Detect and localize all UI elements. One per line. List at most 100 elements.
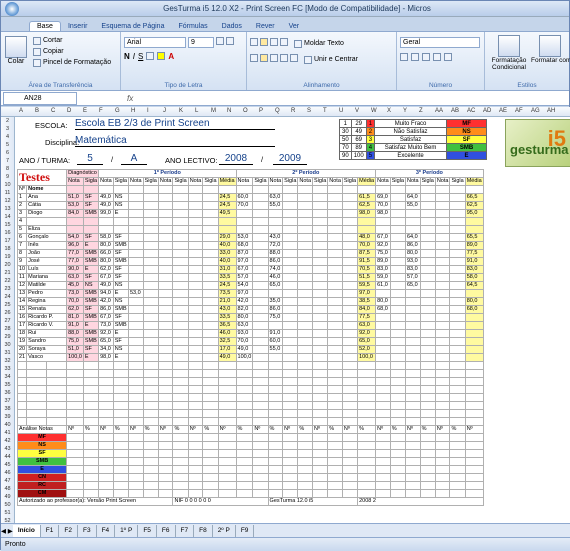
- grade-cell[interactable]: [389, 305, 406, 314]
- sheet-tab-F2[interactable]: F2: [59, 524, 78, 537]
- grade-cell[interactable]: [297, 289, 314, 298]
- grade-cell[interactable]: [327, 225, 343, 234]
- grade-cell[interactable]: [252, 345, 269, 354]
- empty-cell[interactable]: [252, 417, 269, 426]
- grade-cell[interactable]: [312, 289, 329, 298]
- grade-cell[interactable]: 36,5: [217, 321, 237, 330]
- grade-cell[interactable]: SF: [112, 249, 129, 258]
- grade-cell[interactable]: [464, 337, 484, 346]
- analysis-cell[interactable]: [66, 433, 84, 442]
- student-name[interactable]: João: [26, 249, 68, 258]
- empty-cell[interactable]: [357, 393, 377, 402]
- grade-cell[interactable]: [312, 297, 329, 306]
- empty-cell[interactable]: [282, 385, 299, 394]
- empty-cell[interactable]: [82, 417, 100, 426]
- empty-cell[interactable]: [217, 377, 237, 386]
- empty-cell[interactable]: [404, 409, 421, 418]
- empty-cell[interactable]: [357, 377, 377, 386]
- analysis-cell[interactable]: [142, 433, 159, 442]
- grade-cell[interactable]: [282, 353, 299, 362]
- grade-cell[interactable]: 33,5: [217, 273, 237, 282]
- grade-cell[interactable]: [172, 201, 189, 210]
- spreadsheet-grid[interactable]: A B C D E F G H I J K L M N O P Q R S T U V W X Y Z AA AB AC AD AE AF AG…: [1, 107, 570, 523]
- student-name[interactable]: Inês: [26, 241, 68, 250]
- grade-cell[interactable]: 63,0: [267, 193, 284, 202]
- empty-cell[interactable]: [66, 361, 84, 370]
- grade-cell[interactable]: [267, 225, 284, 234]
- analysis-cell[interactable]: [312, 449, 329, 458]
- grade-cell[interactable]: [327, 353, 343, 362]
- align-right-icon[interactable]: [270, 54, 278, 62]
- empty-cell[interactable]: [464, 401, 484, 410]
- row-header[interactable]: 14: [1, 213, 14, 221]
- analysis-cell[interactable]: [389, 449, 406, 458]
- grade-cell[interactable]: SF: [82, 345, 100, 354]
- empty-cell[interactable]: [434, 361, 451, 370]
- grade-cell[interactable]: [142, 353, 159, 362]
- grade-cell[interactable]: [389, 321, 406, 330]
- empty-cell[interactable]: [142, 377, 159, 386]
- grade-cell[interactable]: [464, 329, 484, 338]
- student-name[interactable]: Mariana: [26, 273, 68, 282]
- empty-cell[interactable]: [419, 361, 436, 370]
- align-left-icon[interactable]: [250, 54, 258, 62]
- empty-cell[interactable]: [434, 377, 451, 386]
- row-header[interactable]: 5: [1, 141, 14, 149]
- grade-cell[interactable]: [235, 225, 254, 234]
- column-header-B[interactable]: B: [35, 108, 39, 114]
- grade-cell[interactable]: 92,0: [98, 329, 114, 338]
- analysis-cell[interactable]: [419, 481, 436, 490]
- grade-cell[interactable]: [252, 329, 269, 338]
- grade-cell[interactable]: [172, 193, 189, 202]
- grade-cell[interactable]: 63,0: [357, 321, 377, 330]
- empty-cell[interactable]: [312, 377, 329, 386]
- empty-cell[interactable]: [252, 401, 269, 410]
- grade-cell[interactable]: 96,0: [66, 241, 84, 250]
- grade-cell[interactable]: [341, 249, 359, 258]
- analysis-cell[interactable]: [375, 449, 391, 458]
- analysis-cell[interactable]: [341, 489, 359, 498]
- analysis-cell[interactable]: [297, 449, 314, 458]
- grade-cell[interactable]: 88,0: [267, 249, 284, 258]
- grade-cell[interactable]: 75,0: [375, 249, 391, 258]
- grade-cell[interactable]: 64,5: [464, 281, 484, 290]
- grade-cell[interactable]: 94,0: [98, 289, 114, 298]
- grade-cell[interactable]: 80,0: [98, 257, 114, 266]
- grade-cell[interactable]: [434, 265, 451, 274]
- empty-cell[interactable]: [82, 409, 100, 418]
- empty-cell[interactable]: [82, 385, 100, 394]
- grade-cell[interactable]: [449, 257, 466, 266]
- empty-cell[interactable]: [26, 401, 48, 410]
- grade-cell[interactable]: [127, 257, 144, 266]
- empty-cell[interactable]: [172, 369, 189, 378]
- grade-cell[interactable]: [419, 353, 436, 362]
- grade-cell[interactable]: [312, 193, 329, 202]
- analysis-cell[interactable]: [66, 473, 84, 482]
- analysis-cell[interactable]: [357, 457, 377, 466]
- analysis-cell[interactable]: [142, 449, 159, 458]
- grade-cell[interactable]: [187, 289, 204, 298]
- row-header[interactable]: 44: [1, 453, 14, 461]
- empty-cell[interactable]: [187, 369, 204, 378]
- grade-cell[interactable]: [252, 297, 269, 306]
- grade-cell[interactable]: [202, 249, 219, 258]
- grade-cell[interactable]: [434, 273, 451, 282]
- grade-cell[interactable]: [327, 273, 343, 282]
- analysis-cell[interactable]: [341, 457, 359, 466]
- analysis-cell[interactable]: [82, 449, 100, 458]
- grade-cell[interactable]: 21,0: [217, 297, 237, 306]
- grade-cell[interactable]: [341, 241, 359, 250]
- empty-cell[interactable]: [142, 385, 159, 394]
- row-header[interactable]: 12: [1, 197, 14, 205]
- grade-cell[interactable]: 67,0: [375, 233, 391, 242]
- empty-cell[interactable]: [187, 361, 204, 370]
- analysis-cell[interactable]: [98, 465, 114, 474]
- analysis-cell[interactable]: [389, 481, 406, 490]
- grade-cell[interactable]: [202, 305, 219, 314]
- sheet-tab-F7[interactable]: F7: [176, 524, 195, 537]
- row-header[interactable]: 9: [1, 173, 14, 181]
- shrink-font-icon[interactable]: [226, 37, 234, 45]
- grade-cell[interactable]: 97,0: [235, 257, 254, 266]
- empty-cell[interactable]: [235, 409, 254, 418]
- grade-cell[interactable]: 33,0: [217, 249, 237, 258]
